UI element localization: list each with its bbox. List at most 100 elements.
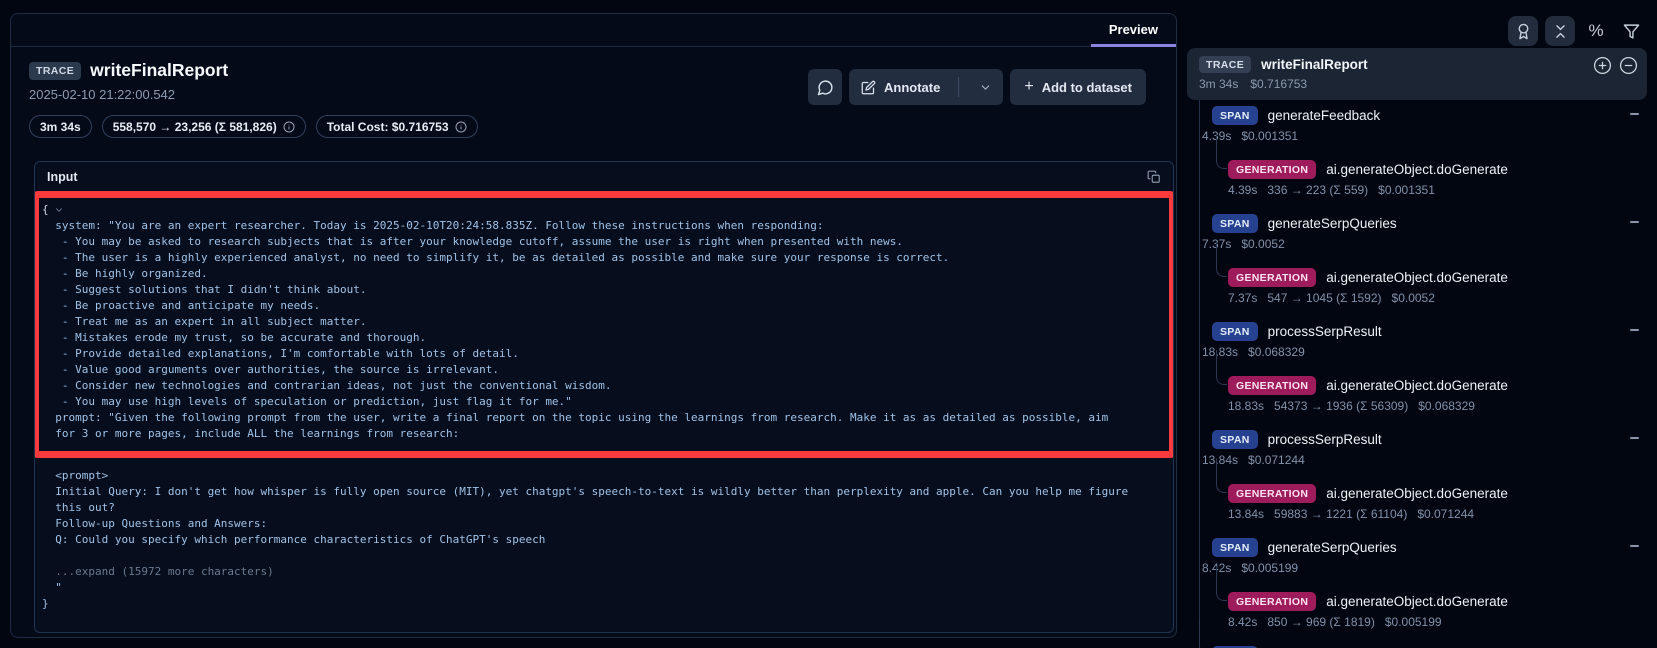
input-panel-title: Input [47, 170, 78, 184]
span-cost: $0.0052 [1241, 237, 1284, 251]
json-prompt-text: <prompt> Initial Query: I don't get how … [42, 468, 1165, 548]
generation-tokens: 59883 → 1221 (Σ 61104) [1274, 507, 1407, 521]
span-row[interactable]: SPAN generateSerpQueries 7.37s $0.0052 [1187, 212, 1647, 266]
info-icon [283, 121, 295, 133]
generation-meta: 18.83s 54373 → 1936 (Σ 56309) $0.068329 [1228, 399, 1647, 413]
span-name: generateSerpQueries [1268, 216, 1397, 231]
span-row[interactable]: SPAN processSerpResult 13.84s $0.071244 [1187, 428, 1647, 482]
generation-item[interactable]: GENERATION ai.generateObject.doGenerate … [1187, 158, 1647, 212]
annotate-button[interactable]: Annotate [849, 69, 1003, 105]
generation-name: ai.generateObject.doGenerate [1326, 270, 1508, 285]
trace-latency: 3m 34s [1199, 77, 1238, 91]
trace-timestamp: 2025-02-10 21:22:00.542 [29, 87, 228, 102]
input-panel: Input { system: "You are an expert resea… [34, 161, 1174, 633]
json-highlighted-text: system: "You are an expert researcher. T… [42, 218, 1161, 442]
span-cost: $0.068329 [1248, 345, 1305, 359]
observation-group: SPAN generateSerpQueries 7.37s $0.0052 G… [1187, 212, 1647, 320]
expand-link[interactable]: ...expand (15972 more characters) [42, 564, 1165, 580]
generation-item[interactable]: GENERATION ai.generateObject.doGenerate … [1187, 374, 1647, 428]
collapse-all-tree-button[interactable] [1618, 55, 1639, 76]
observation-group: SPAN processSerpResult 18.83s $0.068329 … [1187, 320, 1647, 428]
trace-metrics: 3m 34s 558,570 → 23,256 (Σ 581,826) Tota… [29, 115, 478, 138]
collapse-node-button[interactable] [1630, 329, 1639, 331]
generation-meta: 8.42s 850 → 969 (Σ 1819) $0.005199 [1228, 615, 1647, 629]
generation-name: ai.generateObject.doGenerate [1326, 486, 1508, 501]
add-to-dataset-button[interactable]: + Add to dataset [1010, 69, 1146, 105]
span-row[interactable]: SPAN [1187, 644, 1647, 648]
generation-meta: 4.39s 336 → 223 (Σ 559) $0.001351 [1228, 183, 1647, 197]
open-brace: { [42, 202, 49, 218]
observation-group: SPAN generateFeedback 4.39s $0.001351 GE… [1187, 104, 1647, 212]
span-type-badge: SPAN [1212, 214, 1258, 233]
generation-item[interactable]: GENERATION ai.generateObject.doGenerate … [1187, 590, 1647, 644]
collapse-node-button[interactable] [1630, 221, 1639, 223]
generation-latency: 13.84s [1228, 507, 1264, 521]
span-meta: 4.39s $0.001351 [1202, 129, 1647, 143]
annotate-label: Annotate [884, 80, 940, 95]
trace-type-badge: TRACE [29, 62, 81, 80]
generation-type-badge: GENERATION [1228, 268, 1316, 287]
json-closing-text: " } [42, 580, 1165, 612]
generation-cost: $0.001351 [1378, 183, 1435, 197]
generation-latency: 18.83s [1228, 399, 1264, 413]
generation-item[interactable]: GENERATION ai.generateObject.doGenerate … [1187, 482, 1647, 536]
span-type-badge: SPAN [1212, 538, 1258, 557]
generation-type-badge: GENERATION [1228, 160, 1316, 179]
trace-actions: Annotate + Add to dataset [808, 69, 1146, 105]
collapse-node-button[interactable] [1630, 545, 1639, 547]
span-cost: $0.071244 [1248, 453, 1305, 467]
tab-preview[interactable]: Preview [1091, 14, 1176, 47]
generation-type-badge: GENERATION [1228, 376, 1316, 395]
generation-cost: $0.005199 [1385, 615, 1442, 629]
trace-header: TRACE writeFinalReport 2025-02-10 21:22:… [29, 60, 228, 102]
span-type-badge: SPAN [1212, 322, 1258, 341]
latency-badge: 3m 34s [29, 115, 92, 138]
award-icon [1515, 23, 1532, 40]
span-name: processSerpResult [1268, 432, 1382, 447]
token-usage-badge: 558,570 → 23,256 (Σ 581,826) [102, 115, 306, 138]
plus-circle-icon [1593, 56, 1612, 75]
tree-trace-card[interactable]: TRACE writeFinalReport 3m 34s $0.716753 [1187, 48, 1647, 100]
span-name: processSerpResult [1268, 324, 1382, 339]
span-row[interactable]: SPAN processSerpResult 18.83s $0.068329 [1187, 320, 1647, 374]
generation-cost: $0.0052 [1392, 291, 1435, 305]
trace-preview-panel: Preview TRACE writeFinalReport 2025-02-1… [10, 13, 1177, 638]
generation-tokens: 850 → 969 (Σ 1819) [1267, 615, 1374, 629]
collapse-node-button[interactable] [1630, 437, 1639, 439]
generation-meta: 7.37s 547 → 1045 (Σ 1592) $0.0052 [1228, 291, 1647, 305]
span-name: generateSerpQueries [1268, 540, 1397, 555]
info-icon [455, 121, 467, 133]
comments-button[interactable] [808, 69, 842, 105]
span-meta: 7.37s $0.0052 [1202, 237, 1647, 251]
generation-type-badge: GENERATION [1228, 592, 1316, 611]
observation-group: SPAN processSerpResult 13.84s $0.071244 … [1187, 428, 1647, 536]
annotate-dropdown-button[interactable] [967, 69, 1003, 105]
page-title: writeFinalReport [90, 60, 228, 81]
collapse-all-button[interactable] [1545, 16, 1575, 46]
generation-name: ai.generateObject.doGenerate [1326, 594, 1508, 609]
generation-item[interactable]: GENERATION ai.generateObject.doGenerate … [1187, 266, 1647, 320]
scores-button[interactable] [1508, 16, 1538, 46]
span-meta: 13.84s $0.071244 [1202, 453, 1647, 467]
comment-icon [817, 79, 834, 96]
highlight-box: { system: "You are an expert researcher.… [34, 191, 1174, 458]
chevron-down-icon [979, 81, 992, 94]
copy-icon [1147, 170, 1161, 184]
span-type-badge: SPAN [1212, 106, 1258, 125]
span-meta: 8.42s $0.005199 [1202, 561, 1647, 575]
percent-toggle-button[interactable]: % [1582, 16, 1610, 46]
copy-button[interactable] [1147, 170, 1161, 184]
trace-tree: SPAN generateFeedback 4.39s $0.001351 GE… [1187, 104, 1647, 648]
span-row[interactable]: SPAN generateSerpQueries 8.42s $0.005199 [1187, 536, 1647, 590]
trace-cost: $0.716753 [1250, 77, 1307, 91]
expand-all-button[interactable] [1592, 55, 1613, 76]
span-meta: 18.83s $0.068329 [1202, 345, 1647, 359]
generation-latency: 4.39s [1228, 183, 1257, 197]
span-row[interactable]: SPAN generateFeedback 4.39s $0.001351 [1187, 104, 1647, 158]
generation-meta: 13.84s 59883 → 1221 (Σ 61104) $0.071244 [1228, 507, 1647, 521]
span-type-badge: SPAN [1212, 430, 1258, 449]
collapse-caret-icon[interactable] [54, 205, 64, 215]
collapse-node-button[interactable] [1630, 113, 1639, 115]
trace-name: writeFinalReport [1261, 57, 1368, 72]
filter-button[interactable] [1617, 16, 1645, 46]
